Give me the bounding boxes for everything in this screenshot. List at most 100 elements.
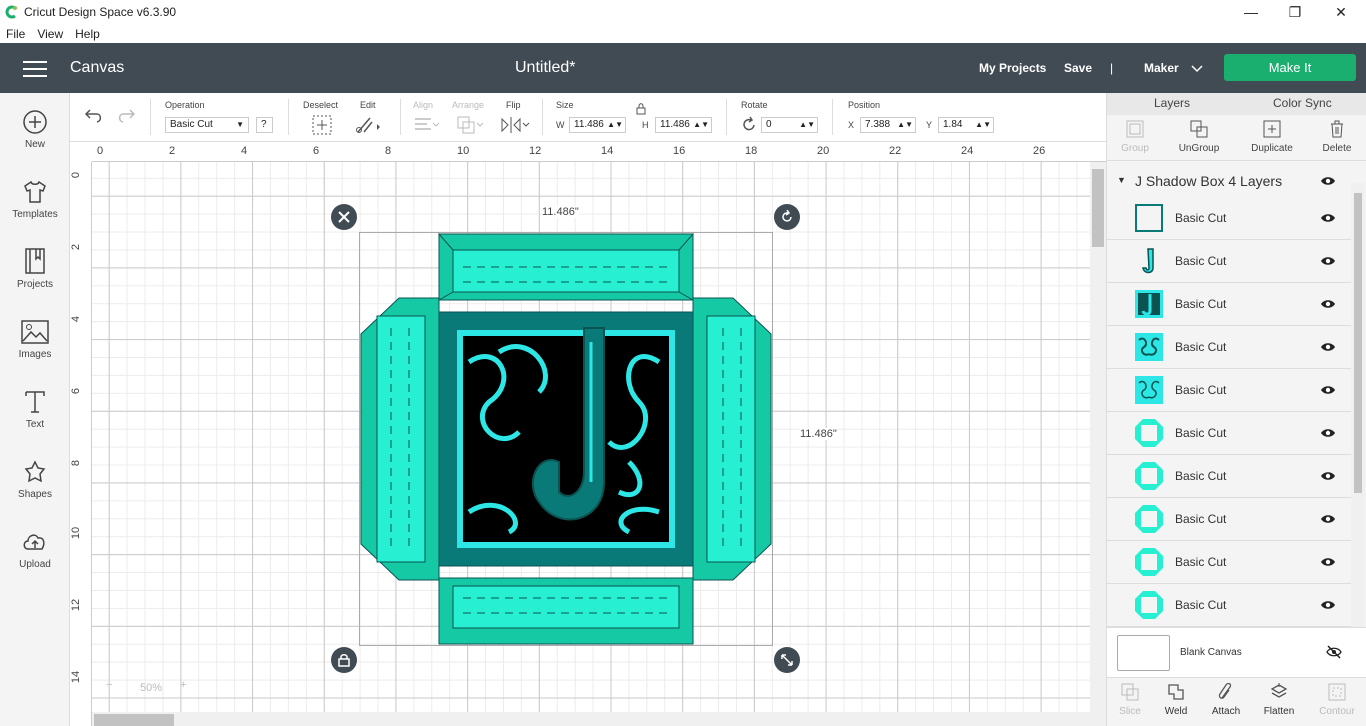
operation-select[interactable]: Basic Cut ▼ — [165, 117, 249, 133]
zoom-out-button[interactable]: − — [106, 679, 112, 691]
eye-hidden-icon[interactable] — [1326, 645, 1342, 659]
deselect-icon[interactable] — [312, 115, 332, 135]
eye-icon[interactable] — [1320, 469, 1336, 483]
ruler-tick: 6 — [313, 145, 320, 157]
my-projects-link[interactable]: My Projects — [979, 61, 1046, 75]
layer-name: Basic Cut — [1175, 211, 1227, 225]
eye-icon[interactable] — [1320, 211, 1336, 225]
layer-group-header[interactable]: ▼ J Shadow Box 4 Layers — [1107, 169, 1351, 193]
ruler-tick: 18 — [745, 145, 758, 157]
shirt-icon — [24, 180, 46, 203]
y-position-input[interactable]: 1.84 ▲▼ — [938, 117, 994, 133]
height-input[interactable]: 11.486 ▲▼ — [655, 117, 712, 133]
layer-thumbnail — [1135, 419, 1163, 447]
x-position-input[interactable]: 7.388 ▲▼ — [860, 117, 916, 133]
maximize-button[interactable]: ❐ — [1272, 0, 1318, 24]
canvas-vertical-scroll-thumb[interactable] — [1092, 169, 1104, 247]
canvas-horizontal-scroll-thumb[interactable] — [94, 714, 174, 726]
resize-handle[interactable] — [774, 647, 800, 673]
layer-row[interactable]: Basic Cut — [1107, 369, 1351, 412]
close-window-button[interactable]: ✕ — [1318, 0, 1364, 24]
layer-row[interactable]: Basic Cut — [1107, 541, 1351, 584]
weld-button[interactable]: Weld — [1151, 682, 1201, 717]
eye-icon[interactable] — [1320, 555, 1336, 569]
caret-down-icon[interactable]: ▼ — [1117, 175, 1126, 185]
layer-row[interactable]: Basic Cut — [1107, 240, 1351, 283]
layer-thumbnail — [1135, 290, 1163, 318]
design-canvas[interactable]: 0 2 4 6 8 10 12 14 16 18 20 22 24 26 0 2… — [70, 142, 1106, 726]
height-label: H — [642, 120, 649, 130]
delete-button[interactable]: Delete — [1307, 119, 1366, 154]
tab-color-sync[interactable]: Color Sync — [1273, 96, 1332, 110]
operation-help-button[interactable]: ? — [256, 117, 273, 133]
eye-icon[interactable] — [1320, 426, 1336, 440]
document-title[interactable]: Untitled* — [515, 59, 575, 77]
eye-icon[interactable] — [1320, 512, 1336, 526]
width-input[interactable]: 11.486 ▲▼ — [569, 117, 626, 133]
shadow-box-design[interactable] — [359, 232, 773, 646]
eye-icon[interactable] — [1320, 383, 1336, 397]
duplicate-button[interactable]: Duplicate — [1242, 119, 1302, 154]
sidebar-item-text[interactable]: Text — [0, 389, 70, 430]
eye-icon[interactable] — [1320, 254, 1336, 268]
chevron-down-icon[interactable] — [1191, 65, 1203, 73]
undo-icon[interactable] — [84, 107, 104, 125]
width-value: 11.486 — [574, 119, 604, 130]
hamburger-menu-icon[interactable] — [23, 61, 47, 77]
edit-scissors-icon[interactable] — [355, 115, 383, 135]
eye-icon[interactable] — [1320, 175, 1336, 187]
ruler-tick: 14 — [601, 145, 614, 157]
ruler-tick: 16 — [673, 145, 686, 157]
contour-label: Contour — [1319, 706, 1355, 717]
ruler-tick: 0 — [70, 171, 83, 179]
eye-icon[interactable] — [1320, 340, 1336, 354]
layer-row[interactable]: Basic Cut — [1107, 412, 1351, 455]
lock-handle[interactable] — [331, 647, 357, 673]
save-button[interactable]: Save — [1064, 61, 1092, 75]
sidebar-item-upload[interactable]: Upload — [0, 529, 70, 570]
menu-file[interactable]: File — [6, 27, 25, 41]
layer-row[interactable]: Basic Cut — [1107, 197, 1351, 240]
sidebar-item-images[interactable]: Images — [0, 319, 70, 360]
minimize-button[interactable]: — — [1228, 0, 1274, 24]
ruler-tick: 10 — [70, 526, 83, 540]
layer-row[interactable]: Basic Cut — [1107, 455, 1351, 498]
layer-row[interactable]: Basic Cut — [1107, 584, 1351, 627]
rotate-input[interactable]: 0 ▲▼ — [761, 117, 818, 133]
window-titlebar: Cricut Design Space v6.3.90 — [0, 0, 1366, 24]
eye-icon[interactable] — [1320, 598, 1336, 612]
eye-icon[interactable] — [1320, 297, 1336, 311]
width-dimension-label: 11.486" — [542, 206, 579, 218]
rotate-handle[interactable] — [774, 204, 800, 230]
arrange-label: Arrange — [452, 100, 485, 110]
flip-icon[interactable] — [500, 115, 530, 135]
blank-canvas-row[interactable]: Blank Canvas — [1107, 627, 1366, 677]
attach-button[interactable]: Attach — [1201, 682, 1251, 717]
layer-row[interactable]: Basic Cut — [1107, 498, 1351, 541]
tab-layers[interactable]: Layers — [1154, 96, 1190, 110]
zoom-in-button[interactable]: + — [180, 679, 186, 691]
make-it-button[interactable]: Make It — [1224, 54, 1356, 81]
machine-select[interactable]: Maker — [1144, 61, 1179, 75]
sidebar-item-templates[interactable]: Templates — [0, 179, 70, 220]
lock-aspect-icon[interactable] — [636, 103, 646, 115]
flatten-button[interactable]: Flatten — [1254, 682, 1304, 717]
sidebar-item-new[interactable]: New — [0, 109, 70, 150]
menu-help[interactable]: Help — [75, 27, 100, 41]
delete-handle[interactable] — [331, 204, 357, 230]
resize-arrow-icon — [781, 654, 793, 666]
sidebar-item-shapes[interactable]: Shapes — [0, 459, 70, 500]
operation-value: Basic Cut — [170, 119, 213, 130]
sidebar-item-projects[interactable]: Projects — [0, 247, 70, 290]
layer-row[interactable]: Basic Cut — [1107, 283, 1351, 326]
canvas-color-swatch[interactable] — [1117, 635, 1170, 671]
layer-row[interactable]: Basic Cut — [1107, 326, 1351, 369]
layers-scroll-thumb[interactable] — [1354, 193, 1362, 493]
cloud-upload-icon — [23, 534, 45, 550]
toolbar-separator — [400, 99, 401, 135]
menu-view[interactable]: View — [37, 27, 63, 41]
sidebar-label: Upload — [19, 559, 51, 570]
plus-circle-icon — [23, 110, 47, 134]
ungroup-button[interactable]: UnGroup — [1169, 119, 1229, 154]
canvas-horizontal-scrollbar[interactable] — [92, 712, 1090, 726]
